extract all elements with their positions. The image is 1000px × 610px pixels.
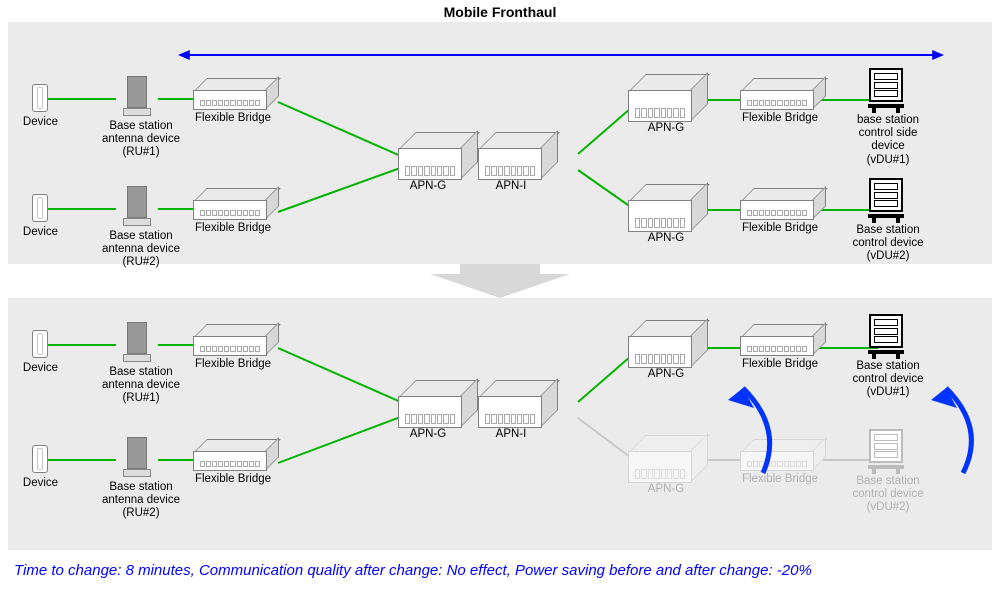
apn-g-label-faded: APN-G [641,483,691,496]
device-label: Device [18,116,63,129]
device-label: Device [18,226,63,239]
apn-g-label: APN-G [641,122,691,135]
switch-icon: Flexible Bridge [740,324,824,354]
router-icon [398,380,476,426]
switch-icon: Flexible Bridge [740,78,824,108]
device-label: Device [18,477,63,490]
router-icon [628,184,706,230]
fbridge-label: Flexible Bridge [191,222,275,235]
phone-icon [32,330,48,358]
migrate-arrow-icon [688,358,788,488]
fbridge-label: Flexible Bridge [191,473,275,486]
apn-g-label: APN-G [641,232,691,245]
apn-g-label: APN-G [641,368,691,381]
apn-i-label: APN-I [486,428,536,441]
diagram-title: Mobile Fronthaul [0,0,1000,20]
antenna-icon [123,437,149,477]
panel-after: Device Device Base station antenna devic… [8,298,992,550]
phone-icon [32,84,48,112]
phone-icon [32,194,48,222]
ru1-label: Base station antenna device (RU#1) [98,366,184,406]
apn-g-label: APN-G [403,180,453,193]
antenna-icon [123,186,149,226]
router-icon [478,380,556,426]
server-icon [868,178,904,223]
panel-before: Device Device Base station antenna devic… [8,22,992,264]
transition-arrow-icon [0,262,1000,296]
vdu1-label: base station control side device (vDU#1) [842,114,934,167]
fbridge-label: Flexible Bridge [738,112,822,125]
fbridge-label: Flexible Bridge [191,112,275,125]
server-icon [868,68,904,113]
apn-g-label: APN-G [403,428,453,441]
switch-icon: Flexible Bridge [193,78,277,108]
switch-icon: Flexible Bridge [193,439,277,469]
router-icon [398,132,476,178]
fbridge-label: Flexible Bridge [738,222,822,235]
router-icon [628,74,706,120]
phone-icon [32,445,48,473]
apn-i-label: APN-I [486,180,536,193]
device-label: Device [18,362,63,375]
server-icon [868,314,904,359]
switch-icon: Flexible Bridge [193,188,277,218]
switch-icon: Flexible Bridge [193,324,277,354]
router-icon [478,132,556,178]
result-caption: Time to change: 8 minutes, Communication… [0,552,1000,589]
ru2-label: Base station antenna device (RU#2) [98,481,184,521]
server-icon-faded [868,429,904,474]
antenna-icon [123,76,149,116]
vdu2-label: Base station control device (vDU#2) [842,224,934,264]
migrate-arrow-icon [908,358,998,488]
antenna-icon [123,322,149,362]
fbridge-label: Flexible Bridge [191,358,275,371]
ru1-label: Base station antenna device (RU#1) [98,120,184,160]
switch-icon: Flexible Bridge [740,188,824,218]
